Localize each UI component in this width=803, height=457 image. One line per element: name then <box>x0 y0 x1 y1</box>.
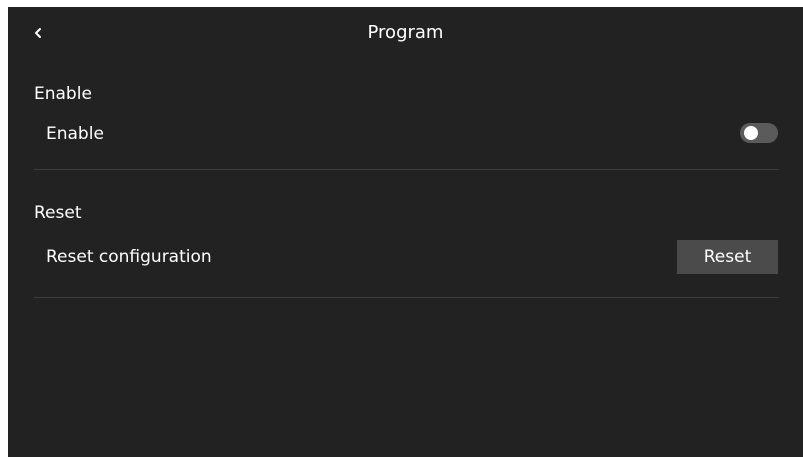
reset-configuration-label: Reset configuration <box>46 247 212 267</box>
section-title-reset: Reset <box>34 203 82 223</box>
page-title: Program <box>367 22 444 43</box>
header-bar: Program <box>8 7 803 59</box>
enable-row-label: Enable <box>46 124 104 144</box>
divider-enable <box>34 169 779 170</box>
divider-reset <box>34 297 779 298</box>
section-title-enable: Enable <box>34 84 92 104</box>
program-settings-screen: Program Enable Enable Reset Reset config… <box>8 7 803 457</box>
toggle-knob <box>744 126 758 140</box>
reset-button[interactable]: Reset <box>677 240 778 274</box>
enable-toggle[interactable] <box>740 123 778 143</box>
